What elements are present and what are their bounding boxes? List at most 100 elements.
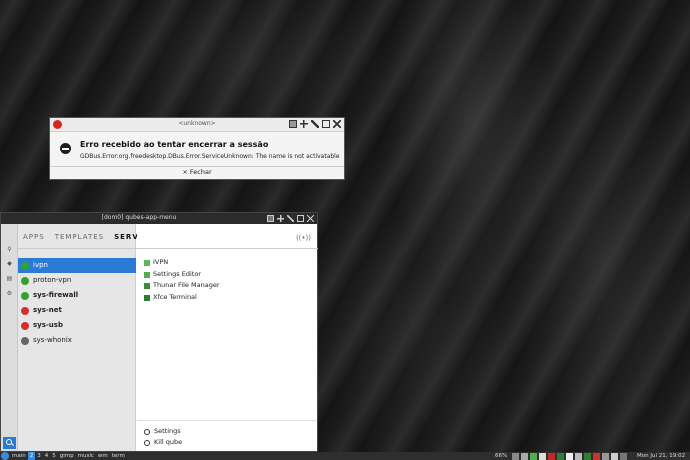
app-label: Settings Editor [153, 269, 201, 278]
close-icon[interactable] [307, 215, 314, 222]
workspace-music[interactable]: music [76, 452, 96, 460]
app-menu-window: [dom0] qubes-app-menu ⚲ ◆ ▤ ⚙ APPS TEMPL… [0, 212, 318, 452]
tile-icon[interactable] [267, 215, 274, 222]
workspace-term[interactable]: term [110, 452, 127, 460]
move-icon[interactable] [277, 215, 284, 222]
qube-item-proton-vpn[interactable]: proton-vpn [18, 273, 136, 288]
tray-icon[interactable] [611, 452, 618, 460]
tray-icon[interactable] [584, 452, 591, 460]
tray-icon[interactable] [602, 452, 609, 460]
qube-item-sys-firewall[interactable]: sys-firewall [18, 288, 136, 303]
tray-icon[interactable] [521, 452, 528, 460]
qube-green-icon [21, 291, 29, 300]
app-item-thunar[interactable]: Thunar File Manager [144, 280, 220, 292]
dialog-message: GDBus.Error:org.freedesktop.DBus.Error.S… [80, 153, 340, 160]
ivpn-icon [144, 260, 150, 266]
qube-gray-icon [21, 336, 29, 345]
qube-red-icon [21, 306, 29, 315]
app-menu-titlebar[interactable]: [dom0] qubes-app-menu [1, 213, 317, 224]
kill-label: Kill qube [154, 438, 183, 446]
qube-green-icon [21, 276, 29, 285]
close-icon[interactable] [333, 120, 341, 128]
qube-list: ivpn proton-vpn sys-firewall sys-net sys… [18, 258, 136, 348]
divider [50, 166, 344, 167]
menu-sidebar: ⚲ ◆ ▤ ⚙ [1, 224, 18, 451]
qube-item-sys-whonix[interactable]: sys-whonix [18, 333, 136, 348]
app-item-ivpn[interactable]: IVPN [144, 257, 220, 269]
kill-icon [144, 439, 150, 446]
window-controls [289, 120, 341, 128]
maximize-icon[interactable] [297, 215, 304, 222]
dialog-titlebar[interactable]: <unknown> [50, 118, 344, 132]
move-icon[interactable] [300, 120, 308, 128]
workspace-switcher: main 2 3 4 5 gimp music wm term [10, 452, 127, 460]
qubes-menu-icon[interactable] [1, 452, 9, 460]
tray-icon[interactable] [575, 452, 582, 460]
qube-item-ivpn[interactable]: ivpn [18, 258, 136, 273]
workspace-4[interactable]: 4 [43, 452, 51, 460]
network-status-icon: ((•)) [295, 234, 311, 242]
app-item-xfce-terminal[interactable]: Xfce Terminal [144, 292, 220, 304]
divider [137, 420, 317, 421]
terminal-icon [144, 294, 150, 301]
qube-panel: APPS TEMPLATES SERVICE ivpn proton-vpn s… [18, 224, 153, 451]
workspace-main[interactable]: main [10, 452, 28, 460]
qube-green-icon [21, 261, 29, 270]
workspace-gimp[interactable]: gimp [58, 452, 76, 460]
workspace-5[interactable]: 5 [50, 452, 58, 460]
clock: Mon Jul 21, 19:02 [637, 453, 686, 459]
qube-red-icon [21, 321, 29, 330]
tray-icon[interactable] [593, 452, 600, 460]
tray-icon[interactable] [539, 452, 546, 460]
app-menu-title: [dom0] qubes-app-menu [101, 214, 177, 221]
qube-item-sys-net[interactable]: sys-net [18, 303, 136, 318]
app-list: IVPN Settings Editor Thunar File Manager… [144, 257, 220, 303]
tray-icon[interactable] [512, 452, 519, 460]
apps-panel: ((•)) IVPN Settings Editor Thunar File M… [18, 224, 318, 451]
status-text: 66% [495, 453, 508, 459]
qube-label: proton-vpn [33, 276, 72, 284]
qube-settings-list: Settings Kill qube [144, 426, 182, 448]
tray-icon[interactable] [620, 452, 627, 460]
document-icon[interactable]: ▤ [6, 275, 13, 282]
tray-icon[interactable] [548, 452, 555, 460]
qube-label: sys-firewall [33, 291, 79, 299]
workspace-wm[interactable]: wm [96, 452, 110, 460]
cube-icon[interactable]: ◆ [6, 260, 13, 267]
qube-label: sys-usb [33, 321, 63, 329]
search-icon[interactable]: ⚲ [6, 246, 13, 253]
tray-icon[interactable] [557, 452, 564, 460]
tabs-divider [18, 224, 318, 249]
tray-icon[interactable] [566, 452, 573, 460]
pin-icon[interactable] [287, 215, 294, 222]
app-label: Xfce Terminal [153, 292, 197, 301]
error-icon [60, 143, 71, 154]
app-label: IVPN [153, 258, 169, 266]
qube-label: sys-net [33, 306, 62, 314]
file-manager-icon [144, 283, 150, 289]
qube-label: sys-whonix [33, 336, 72, 344]
kill-qube-button[interactable]: Kill qube [144, 437, 182, 448]
settings-label: Settings [154, 427, 181, 435]
settings-button[interactable]: Settings [144, 426, 182, 437]
settings-icon [144, 428, 150, 435]
search-button[interactable] [3, 437, 16, 449]
tray-icon[interactable] [530, 452, 537, 460]
settings-editor-icon [144, 271, 150, 278]
app-item-settings-editor[interactable]: Settings Editor [144, 269, 220, 281]
maximize-icon[interactable] [322, 120, 330, 128]
dialog-heading: Erro recebido ao tentar encerrar a sessã… [80, 140, 269, 149]
qube-item-sys-usb[interactable]: sys-usb [18, 318, 136, 333]
system-tray [512, 452, 627, 460]
error-dialog: <unknown> Erro recebido ao tentar encerr… [49, 117, 345, 180]
workspace-3[interactable]: 3 [35, 452, 43, 460]
qube-label: ivpn [33, 261, 48, 269]
tile-icon[interactable] [289, 120, 297, 128]
window-controls [267, 215, 314, 222]
gear-icon[interactable]: ⚙ [6, 290, 13, 297]
app-label: Thunar File Manager [153, 281, 220, 289]
pin-icon[interactable] [311, 120, 319, 128]
workspace-2[interactable]: 2 [27, 452, 36, 460]
close-button[interactable]: × Fechar [50, 168, 344, 176]
taskbar: main 2 3 4 5 gimp music wm term 66% Mon … [0, 452, 690, 460]
